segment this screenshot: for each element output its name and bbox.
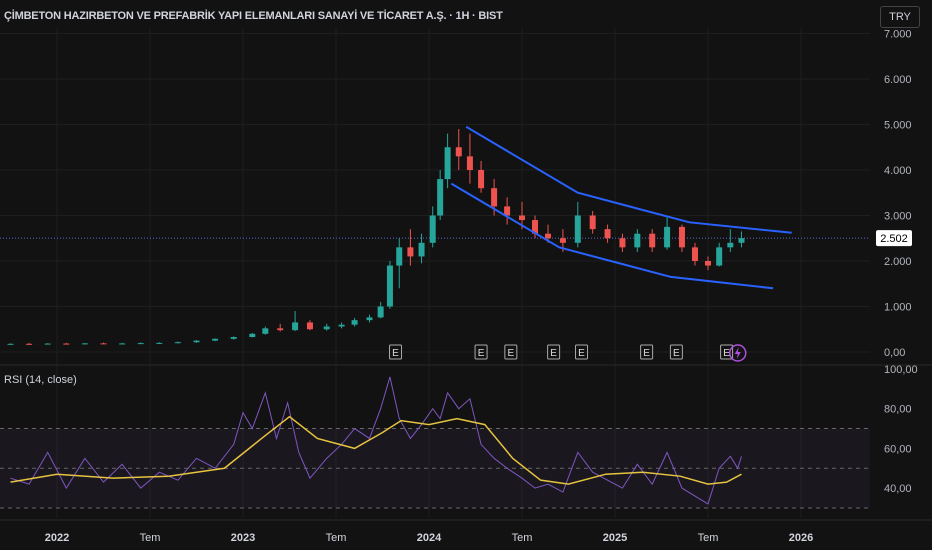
candle-body (705, 261, 711, 266)
candle-body (519, 215, 525, 221)
rsi-tick-label: 80,00 (884, 404, 912, 416)
candle-body (63, 343, 70, 345)
candle-body (491, 188, 498, 207)
y-tick-label: 3.000 (884, 211, 912, 223)
candle-body (429, 215, 436, 243)
candle-body (366, 317, 373, 321)
earnings-marker-label: E (392, 348, 399, 359)
candle-body (455, 147, 462, 157)
x-tick-label: 2026 (789, 532, 813, 544)
candle-body (407, 247, 414, 257)
rsi-tick-label: 60,00 (884, 443, 912, 455)
earnings-marker-label: E (508, 348, 515, 359)
candle-body (249, 333, 256, 337)
candle-body (619, 238, 626, 248)
candle-body (100, 343, 107, 345)
y-tick-label: 0,00 (884, 347, 905, 359)
candle-body (212, 338, 219, 341)
candle-body (262, 328, 269, 334)
rsi-tick-label: 40,00 (884, 483, 912, 495)
candle-body (664, 226, 671, 248)
y-tick-label: 1.000 (884, 302, 912, 314)
y-tick-label: 7.000 (884, 29, 912, 41)
chart-container[interactable]: 2022 Tem 2023 Tem 2024 Tem 2025 Tem 2026 7.000 6.0… (0, 0, 932, 550)
earnings-marker-label: E (673, 348, 680, 359)
rsi-label: RSI (14, close) (4, 374, 77, 386)
candle-body (26, 343, 33, 345)
candle-body (377, 306, 384, 318)
earnings-marker-label: E (578, 348, 585, 359)
candle-body (504, 206, 511, 216)
candle-body (386, 265, 393, 307)
candle-body (156, 342, 163, 344)
last-price-label: 2.502 (880, 233, 908, 245)
candle-body (444, 147, 451, 180)
candle-body (137, 343, 144, 345)
channel-upper-line (465, 125, 792, 234)
candle-body (323, 326, 330, 330)
y-tick-label: 5.000 (884, 120, 912, 132)
rsi-tick-label: 100,00 (884, 364, 918, 376)
symbol-title: ÇİMBETON HAZIRBETON VE PREFABRİK YAPI EL… (4, 10, 503, 22)
candle-body (44, 343, 51, 345)
earnings-marker-label: E (643, 348, 650, 359)
candle-body (351, 320, 358, 325)
candle-body (7, 343, 14, 345)
x-tick-label: Tem (698, 532, 719, 544)
candle-body (716, 247, 723, 266)
x-tick-label: Tem (140, 532, 161, 544)
candle-body (193, 340, 200, 343)
candle-body (589, 215, 596, 230)
candle-body (292, 322, 299, 331)
y-tick-label: 6.000 (884, 74, 912, 86)
x-tick-label: 2022 (45, 532, 69, 544)
candle-body (338, 324, 345, 327)
y-tick-label: 4.000 (884, 165, 912, 177)
x-tick-label: 2025 (603, 532, 627, 544)
candle-body (649, 233, 656, 248)
earnings-marker-label: E (550, 348, 557, 359)
candle-body (437, 179, 444, 216)
candle-body (604, 229, 611, 239)
x-tick-label: Tem (512, 532, 533, 544)
candle-body (466, 156, 473, 170)
currency-button[interactable]: TRY (880, 6, 920, 28)
channel-lower-line (450, 182, 774, 290)
candle-body (559, 238, 566, 243)
x-tick-label: 2024 (417, 532, 442, 544)
candle-body (81, 343, 88, 345)
candle-body (691, 247, 698, 261)
candle-body (478, 170, 485, 189)
candle-body (174, 342, 181, 344)
candle-body (306, 322, 313, 330)
candle-body (230, 336, 237, 339)
lightning-bolt (734, 347, 741, 359)
y-tick-label: 2.000 (884, 256, 912, 268)
x-tick-label: Tem (326, 532, 347, 544)
x-tick-label: 2023 (231, 532, 255, 544)
chart-svg[interactable]: 2022 Tem 2023 Tem 2024 Tem 2025 Tem 2026 7.000 6.0… (0, 0, 932, 550)
candle-body (119, 343, 126, 345)
candle-body (277, 328, 284, 331)
candle-body (634, 233, 641, 248)
candle-body (418, 242, 425, 257)
candle-body (678, 226, 685, 248)
candle-body (396, 247, 403, 266)
candle-body (545, 233, 552, 239)
candle-body (574, 215, 581, 243)
candle-body (727, 242, 734, 248)
candle-body (738, 238, 745, 243)
earnings-marker-label: E (478, 348, 485, 359)
